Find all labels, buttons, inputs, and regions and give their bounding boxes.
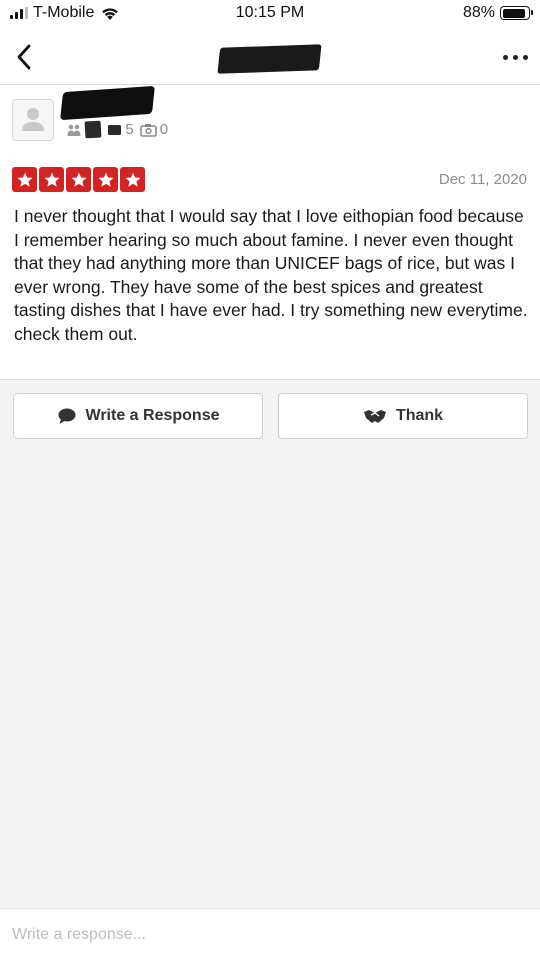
thank-button[interactable]: Thank [278, 393, 528, 439]
write-response-label: Write a Response [85, 407, 220, 424]
speech-bubble-icon [58, 408, 76, 424]
review-text: I never thought that I would say that I … [14, 206, 528, 344]
screen: T-Mobile 10:15 PM 88% Brooklyn L. Frecke… [0, 0, 540, 960]
battery-cap [531, 10, 533, 15]
star-icon [12, 167, 37, 192]
battery-percent: 88% [462, 4, 495, 21]
star-icon [120, 167, 145, 192]
more-icon[interactable] [503, 48, 528, 66]
star-icon [93, 167, 118, 192]
review-icon [108, 124, 122, 135]
user-stats: 0 5 0 [66, 120, 174, 139]
review-card: Frecker... 0 5 0 Dec 11, 2020 I never th… [0, 85, 540, 380]
star-icon [39, 167, 64, 192]
handshake-icon [363, 410, 386, 423]
page-title: Brooklyn L. [0, 44, 540, 74]
battery-icon [500, 6, 533, 20]
write-response-button[interactable]: Write a Response [13, 393, 263, 439]
thank-label: Thank [395, 407, 444, 424]
user-name[interactable]: Frecker... [60, 85, 155, 121]
friends-icon [67, 124, 81, 136]
battery-fill [502, 8, 525, 18]
friends-count: 0 [84, 120, 102, 139]
star-rating [12, 167, 145, 192]
status-right: 88% [462, 4, 533, 22]
photos-stat: 0 [139, 121, 169, 138]
status-time: 10:15 PM [235, 4, 305, 21]
redacted-title: Brooklyn L. [217, 44, 323, 74]
nav-bar: Brooklyn L. [0, 30, 540, 85]
response-bar [0, 908, 540, 960]
status-bar: T-Mobile 10:15 PM 88% [0, 0, 540, 30]
avatar[interactable] [12, 99, 54, 141]
reviews-stat: 5 [107, 121, 134, 138]
reviews-count: 5 [125, 121, 134, 138]
star-icon [66, 167, 91, 192]
avatar-placeholder-icon [22, 108, 44, 131]
redacted-user-name: Frecker... [60, 85, 155, 121]
photos-count: 0 [159, 121, 169, 138]
response-input[interactable] [10, 921, 514, 949]
review-actions: Write a Response Thank [13, 393, 528, 439]
review-date: Dec 11, 2020 [438, 171, 527, 188]
photo-icon [139, 123, 157, 137]
friends-stat: 0 [66, 120, 102, 139]
